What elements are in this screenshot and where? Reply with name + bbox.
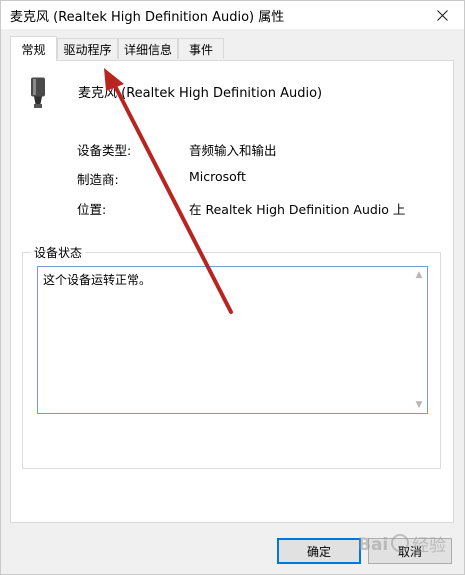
device-status-title: 设备状态 bbox=[31, 244, 86, 261]
ok-button[interactable]: 确定 bbox=[277, 538, 361, 564]
manufacturer-label: 制造商: bbox=[77, 172, 119, 187]
device-type-label: 设备类型: bbox=[77, 143, 132, 158]
cancel-button-label: 取消 bbox=[397, 544, 422, 559]
tab-driver[interactable]: 驱动程序 bbox=[57, 38, 118, 59]
window-title: 麦克风 (Realtek High Definition Audio) 属性 bbox=[10, 10, 285, 25]
device-name: 麦克风 (Realtek High Definition Audio) bbox=[78, 86, 323, 101]
location-label: 位置: bbox=[77, 202, 107, 217]
tab-details-label: 详细信息 bbox=[123, 42, 172, 57]
manufacturer-value: Microsoft bbox=[189, 169, 246, 184]
scroll-up-icon[interactable]: ▲ bbox=[414, 270, 424, 280]
tab-events-label: 事件 bbox=[188, 42, 213, 57]
close-button[interactable] bbox=[420, 1, 464, 29]
scroll-down-icon[interactable]: ▼ bbox=[414, 400, 424, 410]
tab-general-label: 常规 bbox=[21, 42, 46, 57]
close-icon bbox=[436, 9, 448, 21]
device-type-value: 音频输入和输出 bbox=[189, 143, 277, 158]
tab-driver-label: 驱动程序 bbox=[63, 42, 112, 57]
microphone-icon bbox=[31, 77, 45, 108]
device-status-text: 这个设备运转正常。 bbox=[43, 273, 152, 287]
location-value: 在 Realtek High Definition Audio 上 bbox=[189, 202, 406, 217]
device-status-textbox[interactable]: 这个设备运转正常。 ▲ ▼ bbox=[37, 266, 428, 414]
tab-details[interactable]: 详细信息 bbox=[118, 38, 178, 59]
tab-events[interactable]: 事件 bbox=[178, 38, 224, 59]
ok-button-label: 确定 bbox=[306, 544, 331, 559]
cancel-button[interactable]: 取消 bbox=[368, 538, 452, 564]
tab-general[interactable]: 常规 bbox=[10, 36, 57, 61]
title-bar: 麦克风 (Realtek High Definition Audio) 属性 bbox=[1, 1, 464, 29]
